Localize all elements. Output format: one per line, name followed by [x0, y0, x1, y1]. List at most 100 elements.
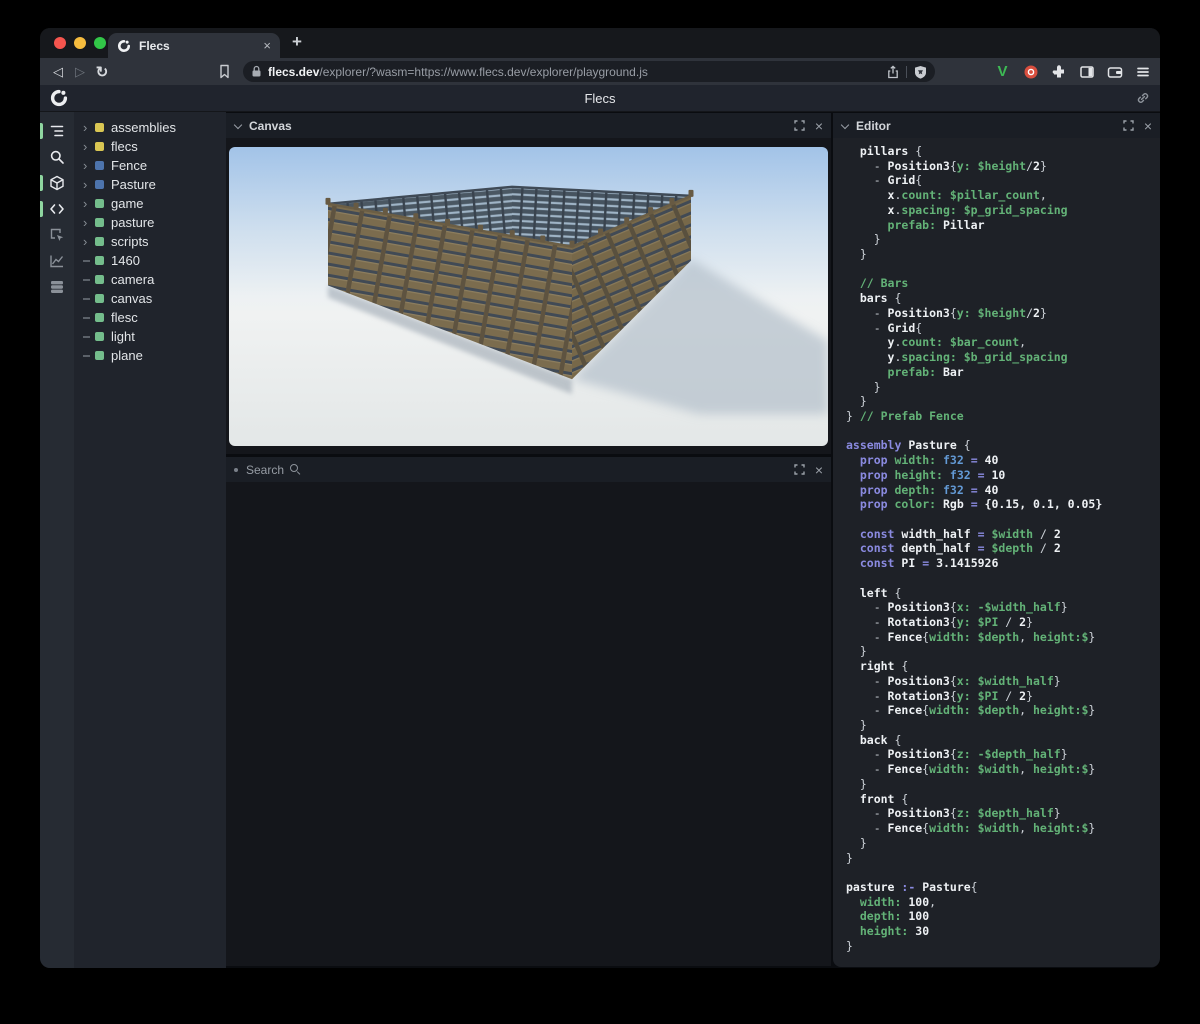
search-input-placeholder[interactable]: Search: [246, 463, 284, 477]
rail-item-database[interactable]: [40, 274, 74, 300]
rail-item-code[interactable]: [40, 196, 74, 222]
tree-item-plane[interactable]: plane: [74, 346, 226, 365]
fullscreen-icon[interactable]: [1123, 120, 1134, 131]
entity-kind-square: [95, 237, 104, 246]
rail-item-chart[interactable]: [40, 248, 74, 274]
tree-item-label: flesc: [111, 310, 138, 325]
reload-button[interactable]: ↻: [91, 63, 113, 81]
vue-devtools-icon[interactable]: V: [993, 62, 1012, 81]
panel-area: Canvas ×: [226, 112, 1160, 968]
code-line: - Fence{width: $width, height:$}: [846, 821, 1160, 836]
code-line: - Rotation3{y: $PI / 2}: [846, 689, 1160, 704]
sidebar-icon[interactable]: [1077, 62, 1096, 81]
canvas-3d-viewport[interactable]: [229, 147, 828, 446]
tree-item-game[interactable]: ›game: [74, 194, 226, 213]
fullscreen-icon[interactable]: [794, 120, 805, 131]
entity-kind-square: [95, 294, 104, 303]
forward-button[interactable]: ▷: [69, 64, 91, 80]
code-line: }: [846, 394, 1160, 409]
tree-item-light[interactable]: light: [74, 327, 226, 346]
entity-kind-square: [95, 123, 104, 132]
tree-item-1460[interactable]: 1460: [74, 251, 226, 270]
code-icon: [49, 201, 65, 217]
rail-item-entity-tree[interactable]: [40, 118, 74, 144]
expand-arrow-icon[interactable]: ›: [83, 160, 95, 172]
code-line: height: 30: [846, 924, 1160, 939]
code-line: prop width: f32 = 40: [846, 453, 1160, 468]
tree-item-flesc[interactable]: flesc: [74, 308, 226, 327]
tree-item-scripts[interactable]: ›scripts: [74, 232, 226, 251]
puzzle-extensions-icon[interactable]: [1049, 62, 1068, 81]
tree-item-pasture[interactable]: ›pasture: [74, 213, 226, 232]
close-panel-icon[interactable]: ×: [815, 463, 823, 477]
tree-item-label: plane: [111, 348, 143, 363]
browser-tab[interactable]: Flecs ×: [108, 33, 280, 58]
code-line: }: [846, 380, 1160, 395]
tree-item-label: assemblies: [111, 120, 176, 135]
rail-item-cube[interactable]: [40, 170, 74, 196]
rail-item-inspector[interactable]: [40, 222, 74, 248]
expand-arrow-icon[interactable]: ›: [83, 236, 95, 248]
browser-window: Flecs × + ◁ ▷ ↻ flecs.dev/explorer/?wasm…: [40, 28, 1160, 968]
chart-icon: [49, 253, 65, 269]
code-line: }: [846, 247, 1160, 262]
entity-kind-square: [95, 218, 104, 227]
wallet-icon[interactable]: [1105, 62, 1124, 81]
code-line: bars {: [846, 291, 1160, 306]
fullscreen-icon[interactable]: [794, 464, 805, 475]
editor-code[interactable]: pillars { - Position3{y: $height/2} - Gr…: [833, 138, 1160, 967]
rail-item-search[interactable]: [40, 144, 74, 170]
leaf-dash-icon: [83, 317, 95, 319]
code-line: width: 100,: [846, 895, 1160, 910]
code-line: y.spacing: $b_grid_spacing: [846, 350, 1160, 365]
close-panel-icon[interactable]: ×: [1144, 119, 1152, 133]
tree-item-canvas[interactable]: canvas: [74, 289, 226, 308]
new-tab-button[interactable]: +: [292, 32, 302, 52]
permalink-icon[interactable]: [1136, 91, 1150, 105]
entity-kind-square: [95, 332, 104, 341]
bookmark-icon[interactable]: [218, 64, 231, 79]
tree-item-flecs[interactable]: ›flecs: [74, 137, 226, 156]
expand-arrow-icon[interactable]: ›: [83, 179, 95, 191]
url-domain: flecs.dev: [268, 65, 319, 79]
close-panel-icon[interactable]: ×: [815, 119, 823, 133]
active-indicator: [40, 201, 43, 217]
red-extension-icon[interactable]: [1021, 62, 1040, 81]
active-indicator: [40, 175, 43, 191]
tree-item-assemblies[interactable]: › assemblies: [74, 118, 226, 137]
expand-arrow-icon[interactable]: ›: [83, 122, 95, 134]
maximize-window-button[interactable]: [94, 37, 106, 49]
collapse-dot-icon[interactable]: [234, 468, 238, 472]
share-icon[interactable]: [887, 65, 899, 79]
tree-item-Pasture[interactable]: ›Pasture: [74, 175, 226, 194]
url-path: /explorer/?wasm=https://www.flecs.dev/ex…: [319, 65, 647, 79]
code-line: }: [846, 644, 1160, 659]
tree-item-label: camera: [111, 272, 154, 287]
url-bar[interactable]: flecs.dev/explorer/?wasm=https://www.fle…: [243, 61, 935, 82]
expand-arrow-icon[interactable]: ›: [83, 198, 95, 210]
code-line: - Position3{y: $height/2}: [846, 159, 1160, 174]
tree-item-Fence[interactable]: ›Fence: [74, 156, 226, 175]
code-line: // Bars: [846, 276, 1160, 291]
minimize-window-button[interactable]: [74, 37, 86, 49]
code-line: right {: [846, 659, 1160, 674]
back-button[interactable]: ◁: [47, 64, 69, 80]
expand-arrow-icon[interactable]: ›: [83, 141, 95, 153]
search-icon: [49, 149, 65, 165]
code-line: } // Prefab Fence: [846, 409, 1160, 424]
canvas-body: [226, 138, 831, 454]
code-line: [846, 865, 1160, 880]
tree-item-camera[interactable]: camera: [74, 270, 226, 289]
menu-icon[interactable]: [1133, 62, 1152, 81]
divider: [906, 66, 907, 78]
brave-shield-icon[interactable]: [914, 65, 927, 79]
chevron-down-icon[interactable]: [841, 122, 849, 130]
entity-tree-icon: [49, 123, 65, 139]
editor-panel-title: Editor: [856, 119, 891, 133]
chevron-down-icon[interactable]: [234, 122, 242, 130]
search-icon: [290, 464, 301, 475]
tab-close-icon[interactable]: ×: [263, 39, 271, 52]
editor-panel-header: Editor ×: [833, 113, 1160, 138]
expand-arrow-icon[interactable]: ›: [83, 217, 95, 229]
close-window-button[interactable]: [54, 37, 66, 49]
